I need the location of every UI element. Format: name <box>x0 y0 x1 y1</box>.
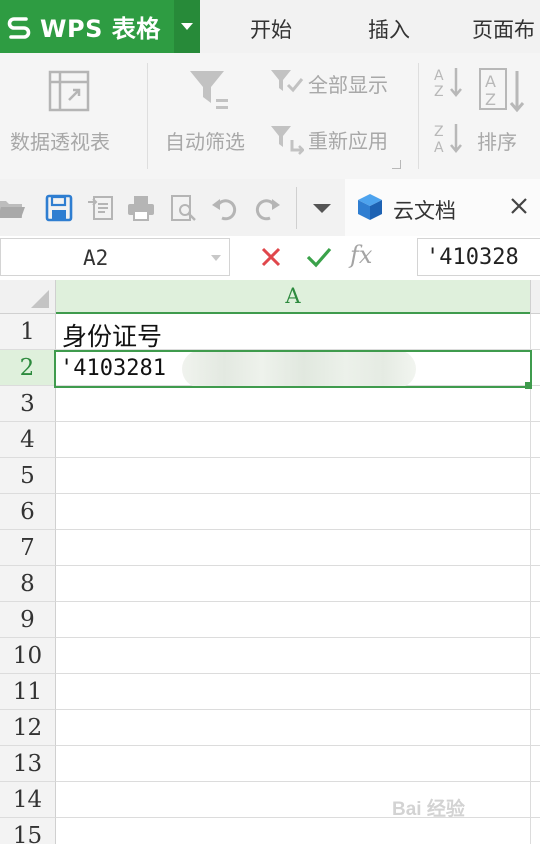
wps-logo-icon <box>0 0 38 53</box>
select-all-button[interactable] <box>0 280 56 314</box>
app-menu-button[interactable]: WPS 表格 <box>0 0 200 53</box>
chevron-down-icon[interactable] <box>211 255 221 261</box>
select-all-triangle-icon <box>31 290 49 308</box>
row-header[interactable]: 3 <box>0 386 56 422</box>
tab-home[interactable]: 开始 <box>250 0 292 53</box>
row-header[interactable]: 2 <box>0 350 56 386</box>
sort-label: 排序 <box>477 130 517 154</box>
cloud-doc-title: 云文档 <box>393 199 456 223</box>
close-icon[interactable] <box>507 194 531 218</box>
row-gridline <box>56 565 540 566</box>
undo-icon[interactable] <box>210 193 240 223</box>
tab-page-layout[interactable]: 页面布 <box>472 0 535 53</box>
save-icon[interactable] <box>44 193 74 223</box>
menu-bar: WPS 表格 开始 插入 页面布 <box>0 0 540 53</box>
quick-access-toolbar: 云文档 <box>0 179 540 236</box>
cloud-doc-tab[interactable]: 云文档 <box>345 179 540 236</box>
print-icon[interactable] <box>126 193 156 223</box>
formula-bar: A2 fx '410328 <box>0 236 540 280</box>
svg-text:A: A <box>434 68 444 84</box>
baidu-watermark: Bai 经验 <box>392 786 522 830</box>
row-header[interactable]: 15 <box>0 818 56 844</box>
row-header[interactable]: 4 <box>0 422 56 458</box>
ribbon-separator <box>418 63 419 169</box>
row-gridline <box>56 673 540 674</box>
dialog-launcher-icon[interactable] <box>392 160 401 169</box>
show-all-label: 全部显示 <box>308 73 388 97</box>
watermark-text: Bai 经验 <box>392 799 465 820</box>
app-dropdown-icon[interactable] <box>174 0 200 53</box>
row-header[interactable]: 5 <box>0 458 56 494</box>
pivot-table-icon <box>48 70 90 112</box>
name-box[interactable]: A2 <box>0 238 230 276</box>
ribbon: 数据透视表 自动筛选 全部显示 重新应用 A Z Z A A Z 排序 <box>0 53 540 179</box>
open-folder-icon[interactable] <box>0 193 26 223</box>
row-header[interactable]: 11 <box>0 674 56 710</box>
svg-text:Z: Z <box>434 124 444 140</box>
insert-function-button[interactable]: fx <box>350 241 372 269</box>
cell-reference: A2 <box>83 246 109 270</box>
wps-spreadsheet-window: WPS 表格 开始 插入 页面布 数据透视表 自动筛选 全部显示 重新应用 A … <box>0 0 540 844</box>
sort-ascending-icon[interactable]: A Z <box>433 65 463 99</box>
cloud-doc-cube-icon <box>358 194 382 220</box>
filter-funnel-icon <box>190 71 228 109</box>
toolbar-separator <box>296 187 297 229</box>
row-header[interactable]: 9 <box>0 602 56 638</box>
svg-text:Z: Z <box>434 84 444 99</box>
row-header[interactable]: 7 <box>0 530 56 566</box>
row-header[interactable]: 13 <box>0 746 56 782</box>
spreadsheet-grid[interactable]: A 1 2 3 4 5 6 7 8 9 10 11 12 13 14 15 身份证号 '4103281 <box>0 280 540 844</box>
row-gridline <box>56 781 540 782</box>
reapply-label: 重新应用 <box>308 129 388 153</box>
cell-a1[interactable]: 身份证号 <box>62 317 162 353</box>
filter-show-all-icon <box>271 70 304 93</box>
formula-value: '410328 <box>426 245 519 270</box>
row-gridline <box>56 601 540 602</box>
ribbon-separator <box>147 63 148 169</box>
svg-text:A: A <box>485 72 496 91</box>
row-gridline <box>56 709 540 710</box>
tab-insert[interactable]: 插入 <box>368 0 410 53</box>
svg-text:Z: Z <box>485 90 496 109</box>
app-name: WPS 表格 <box>40 15 161 43</box>
more-dropdown-icon[interactable] <box>309 201 335 215</box>
sort-az-icon: A Z <box>479 68 525 113</box>
column-divider <box>530 314 531 844</box>
row-header[interactable]: 10 <box>0 638 56 674</box>
row-gridline <box>56 493 540 494</box>
row-gridline <box>56 457 540 458</box>
sort-descending-icon[interactable]: Z A <box>433 121 463 155</box>
svg-text:A: A <box>434 140 444 155</box>
redo-icon[interactable] <box>252 193 282 223</box>
print-preview-icon[interactable] <box>168 193 198 223</box>
formula-input[interactable]: '410328 <box>417 238 540 276</box>
filter-reapply-icon <box>271 126 304 155</box>
fill-handle[interactable] <box>525 382 532 389</box>
column-header-b[interactable] <box>530 280 540 314</box>
export-icon[interactable] <box>86 193 116 223</box>
confirm-edit-icon[interactable] <box>305 244 333 270</box>
row-header[interactable]: 14 <box>0 782 56 818</box>
column-header-a[interactable]: A <box>56 280 530 314</box>
row-gridline <box>56 745 540 746</box>
selected-cell-border <box>54 350 532 388</box>
row-header[interactable]: 12 <box>0 710 56 746</box>
row-gridline <box>56 529 540 530</box>
row-gridline <box>56 637 540 638</box>
cancel-edit-icon[interactable] <box>258 244 284 270</box>
row-header[interactable]: 8 <box>0 566 56 602</box>
autofilter-label: 自动筛选 <box>165 130 245 154</box>
row-header[interactable]: 6 <box>0 494 56 530</box>
row-header[interactable]: 1 <box>0 314 56 350</box>
pivot-table-label: 数据透视表 <box>10 130 110 154</box>
row-gridline <box>56 421 540 422</box>
